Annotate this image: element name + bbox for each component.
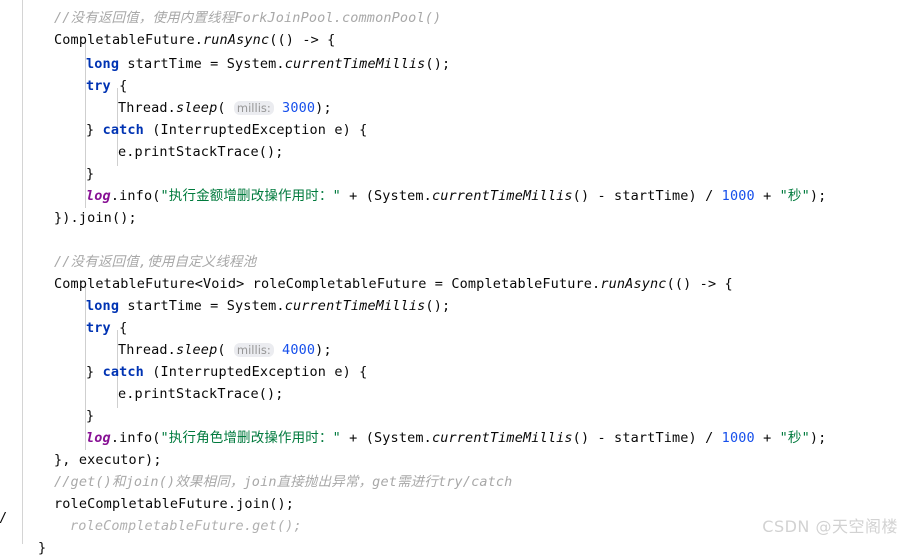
code-token: long bbox=[86, 298, 120, 314]
code-token: 3000 bbox=[282, 100, 316, 116]
code-line[interactable]: e.printStackTrace(); bbox=[118, 384, 284, 404]
code-token: CompletableFuture. bbox=[54, 32, 203, 48]
code-token: try bbox=[86, 320, 111, 336]
code-token: runAsync bbox=[203, 32, 270, 48]
code-token: e.printStackTrace(); bbox=[118, 386, 284, 402]
code-line[interactable]: roleCompletableFuture.get(); bbox=[70, 516, 302, 536]
code-token: + (System. bbox=[340, 430, 432, 446]
code-line[interactable]: //get()和join()效果相同，join直接抛出异常，get需进行try/… bbox=[54, 472, 512, 492]
code-token: CompletableFuture<Void> roleCompletableF… bbox=[54, 276, 601, 292]
code-token: roleCompletableFuture.join(); bbox=[54, 496, 295, 512]
code-token: } bbox=[86, 166, 95, 182]
code-token: + bbox=[754, 430, 780, 446]
code-token: ); bbox=[315, 342, 332, 358]
code-token: 1000 bbox=[721, 188, 755, 204]
code-token: 4000 bbox=[282, 342, 316, 358]
code-token: ); bbox=[809, 430, 827, 446]
code-line[interactable]: }, executor); bbox=[54, 450, 162, 470]
code-line[interactable]: //没有返回值,使用自定义线程池 bbox=[54, 252, 256, 272]
code-token: long bbox=[86, 56, 120, 72]
code-line[interactable]: long startTime = System.currentTimeMilli… bbox=[86, 54, 450, 74]
code-token: sleep bbox=[175, 100, 218, 116]
code-token: roleCompletableFuture.get(); bbox=[70, 518, 302, 534]
code-line[interactable]: try { bbox=[86, 76, 127, 96]
code-token: catch bbox=[102, 122, 144, 138]
code-token: () - startTime) / bbox=[572, 188, 722, 204]
code-token: catch bbox=[102, 364, 144, 380]
code-line[interactable]: }).join(); bbox=[54, 208, 137, 228]
code-token: log bbox=[86, 188, 111, 204]
code-token: (() -> { bbox=[666, 276, 733, 292]
code-token: (InterruptedException e) { bbox=[143, 122, 368, 138]
code-token: () - startTime) / bbox=[572, 430, 722, 446]
code-line[interactable]: } catch (InterruptedException e) { bbox=[86, 120, 367, 140]
code-token: } bbox=[38, 540, 47, 556]
code-line[interactable]: CompletableFuture<Void> roleCompletableF… bbox=[54, 274, 733, 294]
code-token: { bbox=[110, 78, 128, 94]
code-line[interactable]: } catch (InterruptedException e) { bbox=[86, 362, 367, 382]
code-token: startTime = System. bbox=[119, 298, 285, 314]
code-token: (InterruptedException e) { bbox=[143, 364, 368, 380]
code-token: { bbox=[110, 320, 128, 336]
code-token: ); bbox=[809, 188, 827, 204]
code-token: //get()和join()效果相同，join直接抛出异常，get需进行try/… bbox=[54, 474, 513, 490]
code-token: Thread. bbox=[118, 100, 176, 116]
code-token: (); bbox=[425, 56, 451, 72]
code-line[interactable]: roleCompletableFuture.join(); bbox=[54, 494, 294, 514]
code-token: }).join(); bbox=[54, 210, 137, 226]
code-token: //没有返回值,使用自定义线程池 bbox=[54, 254, 257, 270]
code-line[interactable]: //没有返回值，使用内置线程ForkJoinPool.commonPool() bbox=[54, 8, 441, 28]
code-token: }, executor); bbox=[54, 452, 162, 468]
code-token: .info( bbox=[110, 430, 161, 446]
code-line[interactable]: } bbox=[86, 406, 94, 426]
code-lines-container[interactable]: //没有返回值，使用内置线程ForkJoinPool.commonPool() C… bbox=[0, 0, 912, 556]
code-line[interactable]: long startTime = System.currentTimeMilli… bbox=[86, 296, 450, 316]
parameter-hint[interactable]: millis: bbox=[233, 343, 274, 357]
code-token: 1000 bbox=[721, 430, 755, 446]
code-line[interactable]: log.info("执行角色增删改操作用时：" + (System.curren… bbox=[86, 428, 826, 448]
code-token: currentTimeMillis bbox=[431, 430, 573, 446]
code-token: (() -> { bbox=[269, 32, 336, 48]
code-token: Thread. bbox=[118, 342, 176, 358]
csdn-watermark: CSDN @天空阁楼 bbox=[762, 517, 898, 536]
code-token: ( bbox=[217, 342, 234, 358]
code-token: + bbox=[754, 188, 780, 204]
code-token: + (System. bbox=[340, 188, 432, 204]
code-token: log bbox=[86, 430, 111, 446]
code-token: currentTimeMillis bbox=[284, 56, 426, 72]
code-token: ); bbox=[315, 100, 332, 116]
code-token: runAsync bbox=[600, 276, 667, 292]
parameter-hint[interactable]: millis: bbox=[233, 101, 274, 115]
code-line[interactable]: Thread.sleep( millis: 3000); bbox=[118, 98, 332, 118]
code-line[interactable]: CompletableFuture.runAsync(() -> { bbox=[54, 30, 335, 50]
code-token: .info( bbox=[110, 188, 161, 204]
code-token: e.printStackTrace(); bbox=[118, 144, 284, 160]
code-token: "秒" bbox=[779, 430, 810, 446]
code-token: startTime = System. bbox=[119, 56, 285, 72]
code-line[interactable]: e.printStackTrace(); bbox=[118, 142, 284, 162]
code-line[interactable]: } bbox=[86, 164, 94, 184]
code-token: currentTimeMillis bbox=[284, 298, 426, 314]
code-line[interactable]: log.info("执行金额增删改操作用时：" + (System.curren… bbox=[86, 186, 826, 206]
code-token: "执行金额增删改操作用时：" bbox=[160, 188, 341, 204]
code-token: try bbox=[86, 78, 111, 94]
code-token: //没有返回值，使用内置线程ForkJoinPool.commonPool() bbox=[54, 10, 442, 26]
code-token: "秒" bbox=[779, 188, 810, 204]
code-token: ( bbox=[217, 100, 234, 116]
code-token: } bbox=[86, 122, 103, 138]
code-token: "执行角色增删改操作用时：" bbox=[160, 430, 341, 446]
code-token: } bbox=[86, 364, 103, 380]
code-token: sleep bbox=[175, 342, 218, 358]
code-line[interactable]: } bbox=[38, 538, 46, 558]
code-line[interactable]: Thread.sleep( millis: 4000); bbox=[118, 340, 332, 360]
code-token: (); bbox=[425, 298, 451, 314]
code-token: currentTimeMillis bbox=[431, 188, 573, 204]
code-editor[interactable]: / //没有返回值，使用内置线程ForkJoinPool.commonPool(… bbox=[0, 0, 912, 556]
code-line[interactable]: try { bbox=[86, 318, 127, 338]
code-token: } bbox=[86, 408, 95, 424]
